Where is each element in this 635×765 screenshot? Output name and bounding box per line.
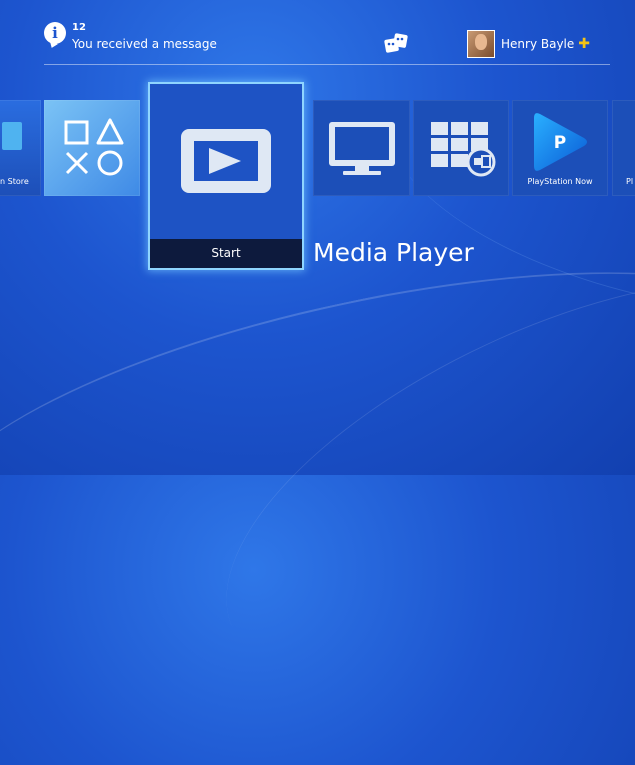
tile-tv-video[interactable] [313, 100, 410, 196]
tile-playstation-store[interactable]: n Store [0, 100, 41, 196]
notification-area[interactable]: i [44, 22, 66, 44]
notification-badge: 12 [72, 22, 86, 33]
tv-icon [329, 122, 395, 175]
tile-label: n Store [0, 177, 29, 186]
web-browser-icon [431, 122, 496, 177]
avatar [467, 30, 495, 58]
notification-message[interactable]: You received a message [72, 37, 217, 51]
user-name: Henry Bayle [501, 37, 575, 51]
tile-playstation-now[interactable]: P PlayStation Now [512, 100, 608, 196]
media-player-icon [181, 129, 271, 193]
svg-text:P: P [554, 133, 566, 153]
info-bubble-icon: i [44, 22, 66, 44]
tile-label: Pl [626, 177, 634, 186]
tile-internet-browser[interactable] [413, 100, 509, 196]
top-divider [44, 64, 610, 65]
start-button[interactable]: Start [150, 239, 302, 268]
tile-library[interactable] [44, 100, 140, 196]
selected-app-title: Media Player [313, 238, 474, 267]
tile-partial[interactable]: Pl [612, 100, 635, 196]
store-bag-icon [2, 122, 22, 150]
friends-icon[interactable] [383, 32, 409, 56]
ps-shapes-icon [64, 118, 124, 176]
user-profile[interactable]: Henry Bayle ✚ [467, 30, 590, 58]
playstation-plus-icon: ✚ [578, 36, 590, 52]
tile-label: PlayStation Now [527, 177, 593, 186]
tile-media-player[interactable]: Start [148, 82, 304, 270]
